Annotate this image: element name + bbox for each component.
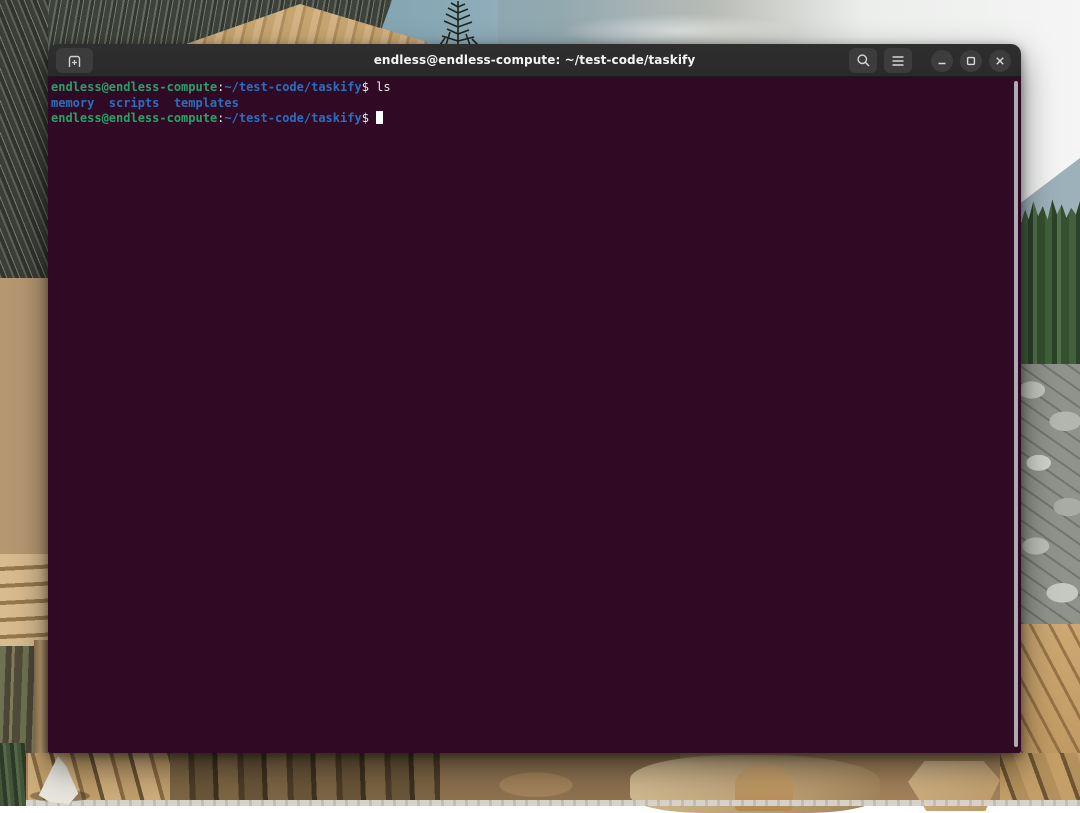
typed-command: ls: [376, 80, 390, 94]
prompt-user-host: endless@endless-compute: [51, 111, 217, 125]
new-tab-button[interactable]: [56, 48, 93, 73]
wallpaper-plant: [0, 743, 26, 806]
wallpaper-dark-posts: [170, 753, 460, 806]
terminal-line-command: endless@endless-compute:~/test-code/task…: [51, 80, 1011, 96]
terminal-line-output: memory scripts templates: [51, 96, 1011, 112]
prompt-symbol: $: [362, 111, 369, 125]
maximize-button[interactable]: [960, 50, 982, 72]
wallpaper-twig-roof-left: [0, 0, 48, 278]
prompt-symbol: $: [362, 80, 369, 94]
wallpaper-tree-silhouette: [436, 0, 484, 46]
terminal-line-prompt: endless@endless-compute:~/test-code/task…: [51, 111, 1011, 127]
close-button[interactable]: [989, 50, 1011, 72]
terminal-cursor: [376, 111, 383, 124]
tree-icon: [436, 0, 484, 46]
titlebar[interactable]: endless@endless-compute: ~/test-code/tas…: [48, 44, 1021, 77]
wallpaper-conifer-forest: [1021, 196, 1080, 364]
titlebar-controls: [849, 44, 1011, 77]
minimize-dash-icon: [937, 56, 947, 66]
magnifier-icon: [856, 53, 871, 68]
directory-name: templates: [174, 96, 239, 110]
wallpaper-log-beams: [0, 554, 48, 646]
new-tab-plus-icon: [67, 54, 82, 68]
wallpaper-shingle-pile: [0, 278, 48, 554]
wallpaper-wood-crates: [1021, 624, 1080, 755]
menu-button[interactable]: [884, 48, 912, 73]
prompt-user-host: endless@endless-compute: [51, 80, 217, 94]
prompt-path: ~/test-code/taskify: [224, 111, 361, 125]
wallpaper-cloud: [560, 14, 800, 48]
wallpaper-gravel-strip: [0, 800, 1080, 806]
terminal-screen[interactable]: endless@endless-compute:~/test-code/task…: [48, 77, 1021, 753]
wallpaper-rock-scree: [1021, 364, 1080, 624]
wallpaper-foreground: [0, 753, 1080, 806]
search-button[interactable]: [849, 48, 877, 73]
wallpaper-planks-right: [1000, 753, 1080, 806]
prompt-path: ~/test-code/taskify: [224, 80, 361, 94]
wallpaper-wood-post: [34, 640, 48, 755]
directory-name: memory: [51, 96, 94, 110]
minimize-button[interactable]: [931, 50, 953, 72]
hamburger-menu-icon: [891, 55, 905, 67]
maximize-square-icon: [966, 56, 976, 66]
scrollbar-thumb[interactable]: [1014, 81, 1018, 747]
close-x-icon: [995, 56, 1005, 66]
terminal-window: endless@endless-compute: ~/test-code/tas…: [48, 44, 1021, 753]
directory-name: scripts: [109, 96, 160, 110]
